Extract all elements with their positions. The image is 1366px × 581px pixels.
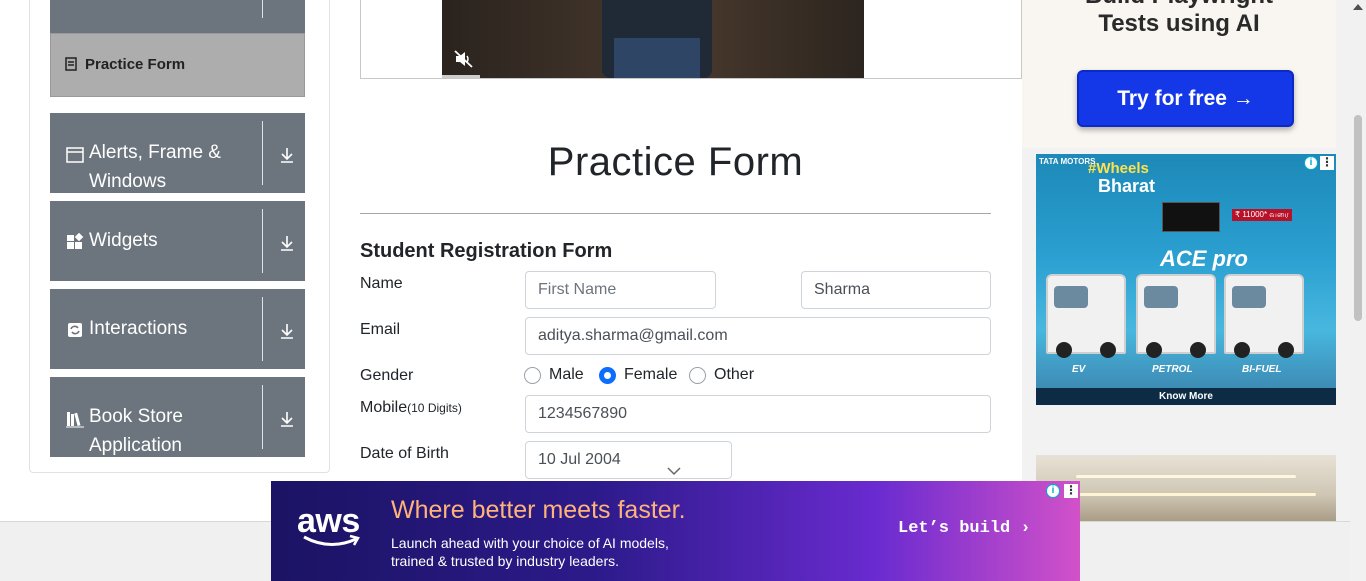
menu-card-title: Interactions — [89, 318, 188, 339]
download-icon[interactable] — [279, 323, 295, 339]
gender-radio-female[interactable] — [599, 367, 616, 384]
page: Practice Form Alerts, Frame & Windows Wi… — [0, 0, 1366, 581]
gender-label-male[interactable]: Male — [549, 366, 584, 384]
ad-subline-1: Launch ahead with your choice of AI mode… — [391, 535, 669, 551]
title-divider — [360, 213, 991, 214]
download-icon[interactable] — [279, 147, 295, 163]
ad-campaign: #Wheels — [1088, 160, 1149, 177]
first-name-input[interactable]: First Name — [525, 271, 716, 309]
last-name-input[interactable]: Sharma — [801, 271, 991, 309]
ad-headline: Where better meets faster. — [391, 496, 686, 524]
mobile-label-text: Mobile — [360, 399, 408, 416]
name-label: Name — [360, 275, 403, 292]
widgets-icon — [67, 233, 84, 249]
truck-image — [1046, 274, 1126, 358]
menu-card-widgets[interactable]: Widgets — [50, 201, 305, 281]
menu-card-forms[interactable] — [50, 0, 305, 33]
menu-divider — [262, 121, 263, 185]
ad-subline: Launch ahead with your choice of AI mode… — [391, 534, 711, 570]
ad-brand: TATA MOTORS — [1039, 157, 1096, 166]
mobile-label: Mobile(10 Digits) — [360, 399, 462, 417]
menu-card-interactions[interactable]: Interactions — [50, 289, 305, 369]
scrollbar-thumb[interactable] — [1354, 115, 1362, 321]
download-icon[interactable] — [279, 411, 295, 427]
mute-icon[interactable] — [454, 50, 474, 68]
aws-smile-icon — [303, 534, 360, 546]
form-subtitle: Student Registration Form — [360, 240, 613, 262]
download-icon[interactable] — [279, 235, 295, 251]
menu-divider — [262, 385, 263, 449]
ad-headline: Build Playwright — [1022, 0, 1336, 10]
interactions-icon — [68, 323, 82, 337]
menu-divider — [262, 297, 263, 361]
know-more-button[interactable]: Know More — [1036, 388, 1336, 405]
chevron-down-icon — [667, 467, 681, 476]
mobile-hint: (10 Digits) — [407, 401, 462, 415]
truck-image — [1136, 274, 1216, 358]
truck-image — [1224, 274, 1304, 358]
menu-card-title-line2: Windows — [89, 171, 167, 192]
gender-label-other[interactable]: Other — [714, 366, 754, 384]
ad-light-strip — [1056, 493, 1316, 496]
sidebar-item-label: Practice Form — [85, 56, 186, 73]
menu-card-book-store[interactable]: Book Store Application — [50, 377, 305, 457]
menu-card-title: Alerts, Frame & — [89, 142, 221, 163]
gender-label: Gender — [360, 367, 414, 384]
ad-subline-2: trained & trusted by industry leaders. — [391, 553, 620, 569]
ad-menu-icon[interactable]: ⋮ — [1320, 156, 1334, 170]
dob-input[interactable]: 10 Jul 2004 — [525, 441, 732, 479]
ad-model: ACE pro — [1160, 246, 1248, 271]
try-for-free-button[interactable]: Try for free → — [1077, 70, 1294, 127]
video-figure-legs — [614, 38, 700, 78]
playwright-ad[interactable]: Build Playwright Tests using AI Try for … — [1022, 0, 1336, 148]
tv-image — [1162, 202, 1220, 232]
scroll-up-arrow[interactable] — [1353, 4, 1363, 10]
dob-label: Date of Birth — [360, 445, 449, 462]
fuel-bifuel: BI-FUEL — [1242, 364, 1282, 375]
page-title: Practice Form — [547, 140, 804, 184]
ad-campaign-line2: Bharat — [1098, 176, 1156, 196]
fuel-ev: EV — [1072, 364, 1086, 375]
form-icon — [65, 57, 77, 71]
email-input[interactable]: aditya.sharma@gmail.com — [525, 317, 991, 355]
gender-label-female[interactable]: Female — [624, 366, 677, 384]
menu-card-title: Book Store — [89, 406, 183, 427]
window-icon — [66, 147, 84, 163]
ad-menu-icon[interactable]: ⋮ — [1064, 484, 1078, 498]
menu-card-title: Widgets — [89, 230, 158, 251]
video-player[interactable] — [442, 0, 864, 78]
mobile-input[interactable]: 1234567890 — [525, 395, 991, 433]
fuel-petrol: PETROL — [1152, 364, 1193, 375]
menu-divider — [262, 0, 263, 18]
sidebar-item-practice-form[interactable]: Practice Form — [50, 33, 305, 97]
lets-build-button[interactable]: Let’s build › — [898, 519, 1031, 538]
email-label: Email — [360, 321, 401, 338]
menu-card-title-line2: Application — [89, 435, 182, 456]
ad-light-strip — [1076, 475, 1296, 478]
ad-info-icon[interactable]: i — [1046, 484, 1060, 498]
gender-radio-other[interactable] — [689, 367, 706, 384]
menu-card-alerts[interactable]: Alerts, Frame & Windows — [50, 113, 305, 193]
gender-radio-male[interactable] — [524, 367, 541, 384]
tata-motors-ad[interactable]: TATA MOTORS #Wheels Bharat ₹ 11000* வரை … — [1036, 154, 1336, 405]
books-icon — [66, 412, 84, 428]
interior-ad[interactable] — [1036, 455, 1336, 521]
aws-banner-ad[interactable]: aws Where better meets faster. Launch ah… — [271, 481, 1080, 581]
ad-info-icon[interactable]: i — [1304, 156, 1318, 170]
menu-divider — [262, 209, 263, 273]
video-progress[interactable] — [442, 75, 480, 78]
ad-price: ₹ 11000* வரை — [1232, 209, 1292, 221]
ad-headline-line2: Tests using AI — [1098, 10, 1260, 37]
